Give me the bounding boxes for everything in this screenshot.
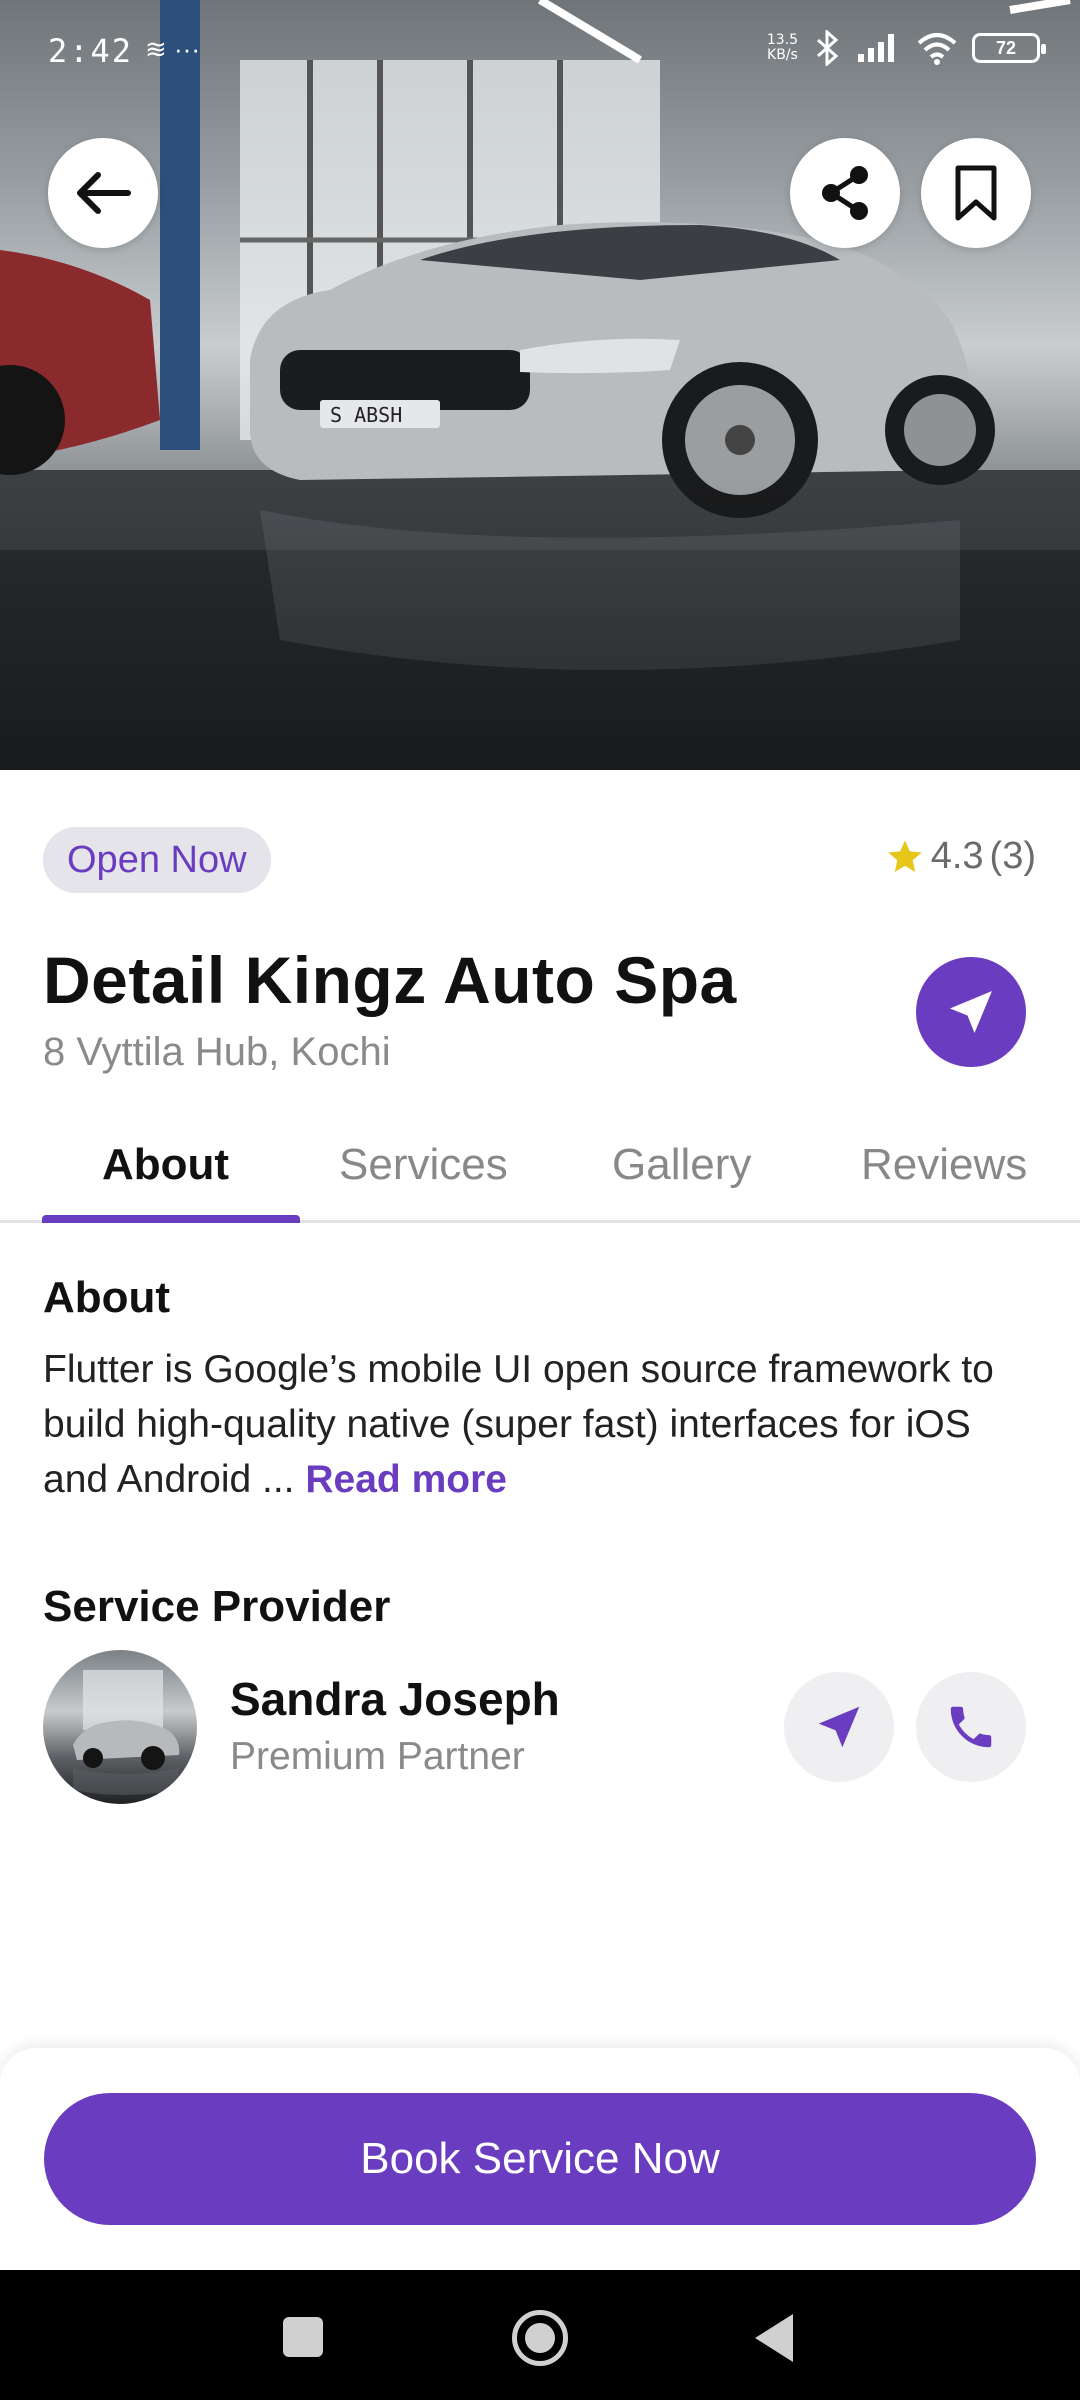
call-button[interactable] (916, 1672, 1026, 1782)
directions-button[interactable] (916, 957, 1026, 1067)
provider-role: Premium Partner (230, 1735, 525, 1778)
rating[interactable]: 4.3 (3) (885, 835, 1036, 878)
battery-icon: 72 (972, 33, 1046, 63)
read-more-link[interactable]: Read more (305, 1458, 507, 1501)
navigation-arrow-icon (818, 1706, 860, 1748)
tab-about[interactable]: About (102, 1140, 229, 1190)
rating-count: (3) (989, 835, 1036, 877)
notification-icons: ≋ ··· (145, 34, 200, 64)
status-bar: 2:42 ≋ ··· 13.5 KB/s 72 (0, 0, 1080, 100)
tab-gallery[interactable]: Gallery (612, 1140, 751, 1190)
tab-bar: About Services Gallery Reviews (0, 1130, 1080, 1223)
bluetooth-icon (817, 30, 839, 66)
shop-address: 8 Vyttila Hub, Kochi (43, 1030, 391, 1074)
status-time: 2:42 (48, 32, 134, 70)
tab-services[interactable]: Services (339, 1140, 508, 1190)
car-photo: S ABSH (0, 0, 1080, 770)
home-button[interactable] (512, 2310, 568, 2366)
avatar-car-image (73, 1670, 180, 1795)
back-system-button[interactable] (755, 2314, 793, 2362)
recents-button[interactable] (283, 2317, 323, 2357)
system-navigation-bar (0, 2270, 1080, 2400)
provider-name: Sandra Joseph (230, 1673, 560, 1725)
signal-icon (858, 34, 894, 62)
back-button[interactable] (48, 138, 158, 248)
arrow-left-icon (77, 172, 131, 214)
net-speed-unit: KB/s (767, 47, 798, 63)
about-text: Flutter is Google’s mobile UI open sourc… (43, 1342, 1043, 1507)
bookmark-button[interactable] (921, 138, 1031, 248)
avatar (43, 1650, 197, 1804)
about-body: Flutter is Google’s mobile UI open sourc… (43, 1348, 994, 1501)
license-plate: S ABSH (330, 403, 402, 427)
status-badge: Open Now (43, 827, 271, 893)
status-right-icons: 13.5 KB/s 72 (767, 30, 1046, 66)
active-tab-indicator (42, 1215, 300, 1223)
bookmark-icon (955, 165, 997, 221)
provider-heading: Service Provider (43, 1582, 391, 1631)
star-icon (888, 839, 922, 872)
wifi-icon (917, 33, 957, 65)
rating-value: 4.3 (930, 835, 984, 877)
navigation-arrow-icon (950, 991, 992, 1033)
net-speed: 13.5 KB/s (767, 33, 798, 63)
page-title: Detail Kingz Auto Spa (43, 943, 737, 1017)
share-button[interactable] (790, 138, 900, 248)
book-service-button[interactable]: Book Service Now (44, 2093, 1036, 2225)
provider-directions-button[interactable] (784, 1672, 894, 1782)
tab-reviews[interactable]: Reviews (861, 1140, 1027, 1190)
share-icon (822, 166, 868, 220)
about-heading: About (43, 1273, 171, 1322)
hero-image: S ABSH 2:42 ≋ ··· 13.5 KB/s 72 (0, 0, 1080, 770)
net-speed-value: 13.5 (766, 32, 798, 48)
phone-icon (950, 1706, 992, 1748)
